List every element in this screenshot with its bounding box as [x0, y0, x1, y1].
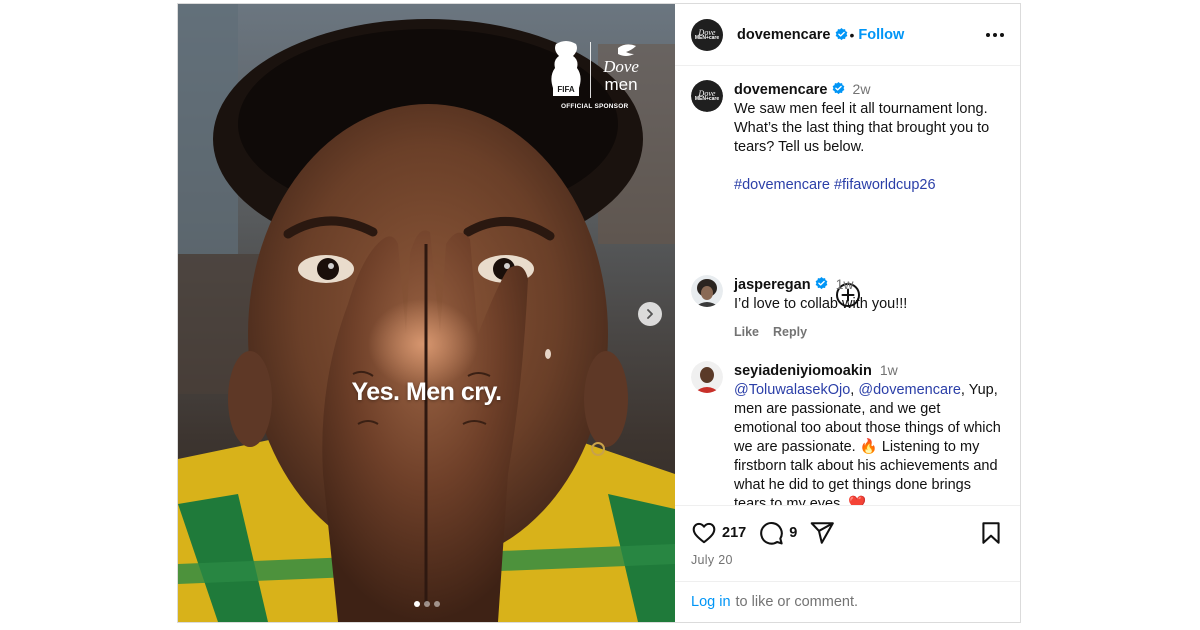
sponsor-divider	[590, 42, 591, 98]
media-overlay-text: Yes. Men cry.	[351, 378, 502, 406]
login-prompt-text: to like or comment.	[735, 594, 859, 610]
action-bar: 217 9	[691, 520, 1004, 546]
post-header: Dove MEN+care dovemencare • Follow	[675, 4, 1020, 66]
more-options-icon[interactable]	[984, 27, 1006, 43]
post-date: July 20	[691, 553, 733, 567]
comments-section[interactable]: Dove MEN+care dovemencare 2w We saw men f…	[675, 66, 1020, 505]
verified-badge-icon	[832, 82, 844, 95]
instagram-post: FIFA Dove men OFFICIAL SPONSOR Yes. Men …	[177, 3, 1021, 623]
carousel-indicator	[178, 601, 675, 607]
share-icon[interactable]	[809, 520, 835, 546]
sponsor-label: OFFICIAL SPONSOR	[561, 103, 629, 110]
reply-comment-button[interactable]: Reply	[773, 323, 807, 342]
comment-time: 1w	[879, 362, 898, 378]
comment-actions: Like Reply	[734, 323, 907, 342]
comment-text-block: @ToluwalasekOjo, @dovemencare, Yup, men …	[734, 381, 1006, 505]
likes-count[interactable]: 217	[722, 525, 746, 541]
caption-time: 2w	[852, 81, 871, 97]
heart-icon[interactable]	[691, 520, 717, 546]
author-avatar[interactable]: Dove MEN+care	[691, 18, 723, 51]
comments-count[interactable]: 9	[789, 525, 797, 541]
caption-username[interactable]: dovemencare	[734, 82, 828, 98]
brand-line2: men	[604, 75, 637, 94]
comment-mention[interactable]: @dovemencare	[858, 382, 961, 398]
carousel-dot	[433, 601, 440, 607]
next-slide-button[interactable]	[638, 302, 662, 326]
verified-badge-icon	[835, 28, 847, 41]
login-link[interactable]: Log in	[691, 594, 731, 610]
comment-text: I’d love to collab with you!!!	[734, 296, 908, 312]
comment-mention[interactable]: @ToluwalasekOjo	[734, 382, 850, 398]
fifa-logo-icon: FIFA	[551, 41, 581, 96]
comment-item: jasperegan 1w I’d love to collab with yo…	[691, 275, 1008, 342]
post-footer: 217 9 July 20 Log in to like or comment.	[675, 505, 1020, 622]
verified-badge-icon	[815, 277, 827, 290]
carousel-dot	[413, 601, 420, 607]
chevron-right-icon	[647, 309, 653, 319]
carousel-dot	[423, 601, 430, 607]
caption: Dove MEN+care dovemencare 2w We saw men f…	[691, 80, 1008, 195]
header-separator: •	[849, 26, 855, 43]
caption-text: We saw men feel it all tournament long. …	[734, 101, 990, 155]
comment-text: , Yup, men are passionate, and we get em…	[734, 382, 1001, 505]
login-prompt: Log in to like or comment.	[675, 581, 1020, 622]
comment-avatar[interactable]	[691, 361, 723, 393]
dove-men-logo-icon: Dove men	[602, 44, 639, 94]
post-side-panel: Dove MEN+care dovemencare • Follow Dove ME…	[675, 4, 1020, 622]
comment-time: 1w	[835, 276, 854, 292]
header-username[interactable]: dovemencare	[737, 27, 831, 43]
comment-username[interactable]: seyiadeniyiomoakin	[734, 363, 872, 379]
follow-button[interactable]: Follow	[858, 27, 904, 43]
fifa-text: FIFA	[557, 85, 575, 94]
sponsor-badge: FIFA Dove men OFFICIAL SPONSOR	[549, 40, 649, 114]
comment-item: seyiadeniyiomoakin 1w @ToluwalasekOjo, @…	[691, 361, 1008, 505]
brand-line1: Dove	[602, 57, 639, 76]
post-media[interactable]: FIFA Dove men OFFICIAL SPONSOR Yes. Men …	[178, 4, 675, 622]
caption-hashtags[interactable]: #dovemencare #fifaworldcup26	[734, 176, 1008, 195]
caption-avatar[interactable]: Dove MEN+care	[691, 80, 723, 112]
like-comment-button[interactable]: Like	[734, 323, 759, 342]
bookmark-icon[interactable]	[978, 520, 1004, 546]
comment-icon[interactable]	[758, 520, 784, 546]
comment-avatar[interactable]	[691, 275, 723, 307]
comment-username[interactable]: jasperegan	[734, 277, 811, 293]
